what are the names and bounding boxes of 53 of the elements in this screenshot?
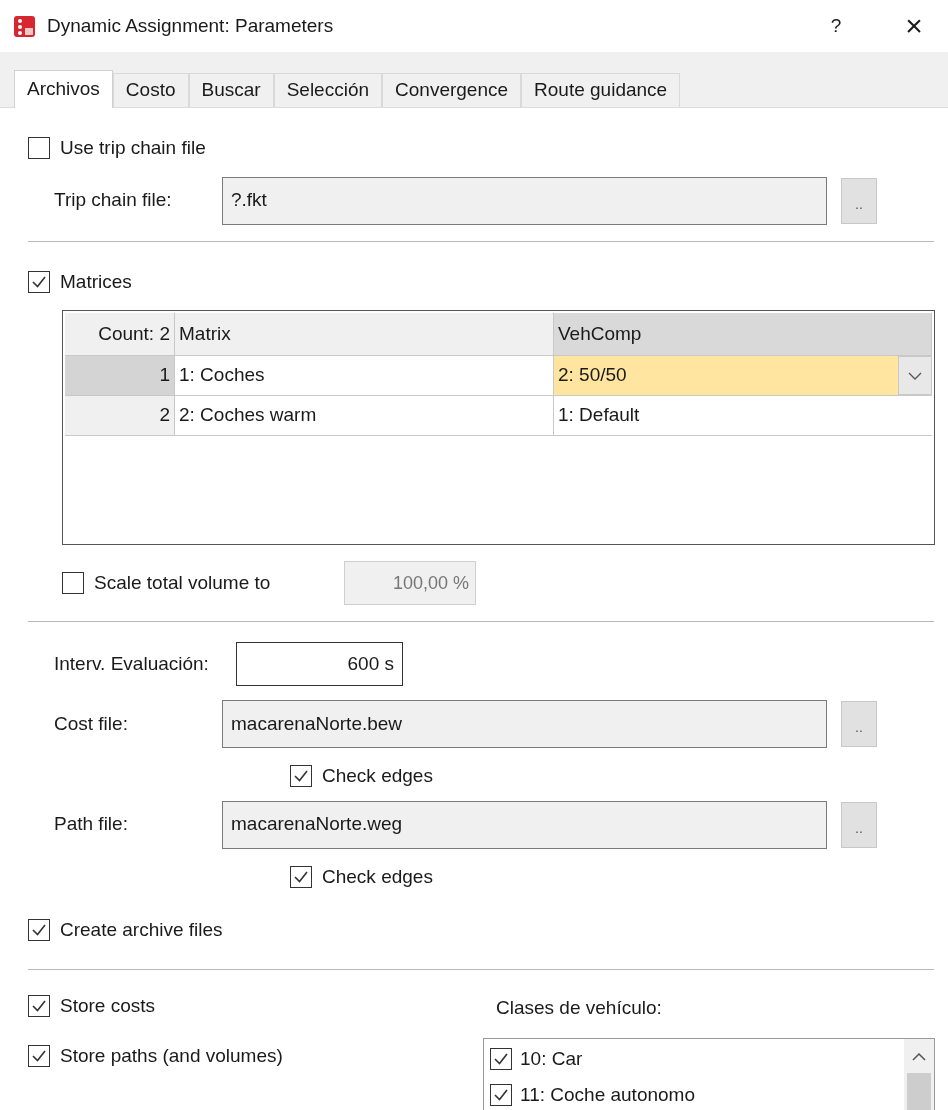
interval-field[interactable]: 600 s bbox=[236, 642, 403, 686]
checkbox[interactable] bbox=[490, 1048, 512, 1070]
browse-button[interactable]: .. bbox=[841, 701, 877, 747]
tab[interactable]: Convergence bbox=[382, 73, 522, 107]
file-field[interactable]: macarenaNorte.bew bbox=[222, 700, 827, 748]
tab[interactable]: Selección bbox=[273, 73, 383, 107]
column-header[interactable]: Count: 2 bbox=[65, 313, 175, 356]
field-label: Interv. Evaluación: bbox=[53, 651, 210, 676]
field-label: Cost file: bbox=[53, 711, 129, 736]
checkbox[interactable] bbox=[290, 765, 312, 788]
checkbox-label: Check edges bbox=[322, 764, 433, 788]
file-field[interactable]: ?.fkt bbox=[222, 176, 827, 225]
vehicle-class-list[interactable]: 10: Car 11: Coche autonomo bbox=[483, 1038, 935, 1110]
table-cell: 1: Coches bbox=[175, 356, 554, 396]
row-header[interactable]: 1 bbox=[65, 356, 175, 396]
checkbox[interactable] bbox=[290, 865, 312, 888]
help-button[interactable]: ? bbox=[816, 11, 856, 41]
checkbox-label: Create archive files bbox=[60, 918, 223, 942]
checkbox-label: Store costs bbox=[60, 993, 156, 1018]
file-field[interactable]: macarenaNorte.weg bbox=[222, 800, 827, 849]
close-button[interactable]: × bbox=[894, 11, 934, 41]
checkbox-label: Matrices bbox=[60, 269, 132, 294]
list-item[interactable]: 11: Coche autonomo bbox=[520, 1080, 695, 1110]
list-label: Clases de vehículo: bbox=[495, 995, 663, 1020]
checkbox[interactable] bbox=[28, 994, 50, 1017]
column-header[interactable]: Matrix bbox=[175, 313, 554, 356]
checkbox[interactable] bbox=[28, 137, 50, 160]
window-title: Dynamic Assignment: Parameters bbox=[47, 13, 334, 38]
browse-button[interactable]: .. bbox=[841, 801, 877, 848]
field-label: Path file: bbox=[53, 812, 129, 837]
checkbox-label: Store paths (and volumes) bbox=[60, 1044, 283, 1068]
scrollbar[interactable] bbox=[904, 1039, 934, 1110]
row-header[interactable]: 2 bbox=[65, 396, 175, 436]
checkbox[interactable] bbox=[28, 270, 50, 293]
column-header[interactable]: VehComp bbox=[554, 313, 932, 356]
tab[interactable]: Archivos bbox=[14, 70, 113, 108]
checkbox[interactable] bbox=[490, 1084, 512, 1106]
field-label: Trip chain file: bbox=[53, 188, 173, 213]
checkbox-label: Use trip chain file bbox=[60, 136, 206, 160]
chevron-down-icon bbox=[908, 371, 922, 380]
tab[interactable]: Route guidance bbox=[521, 73, 681, 107]
tab[interactable]: Buscar bbox=[188, 73, 274, 107]
checkbox[interactable] bbox=[28, 1045, 50, 1068]
table-cell: 2: Coches warm bbox=[175, 396, 554, 436]
browse-button[interactable]: .. bbox=[841, 177, 877, 224]
tab[interactable]: Costo bbox=[112, 73, 189, 107]
dropdown-cell[interactable]: 2: 50/50 bbox=[554, 356, 898, 395]
scroll-up-icon[interactable] bbox=[912, 1053, 926, 1061]
list-item[interactable]: 10: Car bbox=[520, 1044, 583, 1074]
checkbox[interactable] bbox=[28, 919, 50, 942]
checkbox-label: Scale total volume to bbox=[94, 570, 272, 595]
checkbox-label: Check edges bbox=[322, 864, 433, 889]
app-icon bbox=[14, 15, 35, 37]
